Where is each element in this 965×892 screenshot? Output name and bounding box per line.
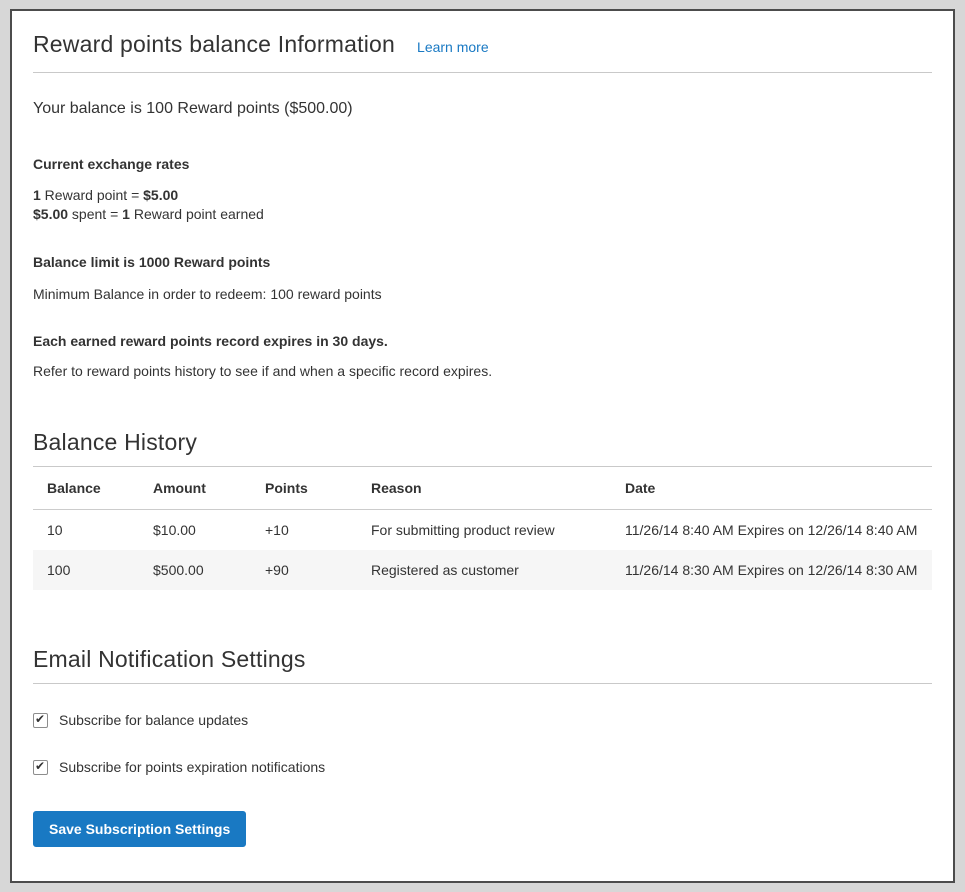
subscribe-expiration-notifications-checkbox[interactable]: [33, 760, 48, 775]
balance-history-heading: Balance History: [33, 429, 932, 467]
table-header-row: Balance Amount Points Reason Date: [33, 467, 932, 510]
subscribe-expiration-notifications-row[interactable]: Subscribe for points expiration notifica…: [33, 759, 325, 775]
balance-history-section: Balance History Balance Amount Points Re…: [33, 429, 932, 590]
column-header-balance: Balance: [33, 467, 139, 510]
cell-date: 11/26/14 8:30 AM Expires on 12/26/14 8:3…: [611, 550, 932, 590]
cell-amount: $500.00: [139, 550, 251, 590]
page-header: Reward points balance Information Learn …: [33, 31, 932, 73]
rate1-points: 1: [33, 187, 41, 203]
learn-more-link[interactable]: Learn more: [417, 39, 489, 55]
email-settings-heading: Email Notification Settings: [33, 646, 932, 684]
exchange-rate-line-2: $5.00 spent = 1 Reward point earned: [33, 205, 932, 224]
subscribe-balance-updates-row[interactable]: Subscribe for balance updates: [33, 712, 248, 728]
column-header-date: Date: [611, 467, 932, 510]
rate1-text: Reward point =: [41, 187, 143, 203]
cell-reason: For submitting product review: [357, 510, 611, 551]
table-body: 10 $10.00 +10 For submitting product rev…: [33, 510, 932, 591]
rate2-suffix: Reward point earned: [130, 206, 264, 222]
save-subscription-settings-button[interactable]: Save Subscription Settings: [33, 811, 246, 847]
column-header-reason: Reason: [357, 467, 611, 510]
balance-limit-notice: Balance limit is 1000 Reward points: [33, 254, 932, 270]
subscribe-balance-updates-label: Subscribe for balance updates: [59, 712, 248, 728]
expiration-notice: Each earned reward points record expires…: [33, 333, 932, 349]
table-row: 10 $10.00 +10 For submitting product rev…: [33, 510, 932, 551]
column-header-amount: Amount: [139, 467, 251, 510]
page-title: Reward points balance Information: [33, 31, 395, 58]
cell-date: 11/26/14 8:40 AM Expires on 12/26/14 8:4…: [611, 510, 932, 551]
balance-summary: Your balance is 100 Reward points ($500.…: [33, 100, 932, 118]
rate1-value: $5.00: [143, 187, 178, 203]
table-row: 100 $500.00 +90 Registered as customer 1…: [33, 550, 932, 590]
exchange-rates-heading: Current exchange rates: [33, 156, 932, 172]
cell-amount: $10.00: [139, 510, 251, 551]
email-notification-section: Email Notification Settings Subscribe fo…: [33, 646, 932, 847]
rate2-text: spent =: [68, 206, 122, 222]
table-header: Balance Amount Points Reason Date: [33, 467, 932, 510]
cell-balance: 10: [33, 510, 139, 551]
exchange-rate-lines: 1 Reward point = $5.00 $5.00 spent = 1 R…: [33, 186, 932, 224]
balance-history-table: Balance Amount Points Reason Date 10 $10…: [33, 467, 932, 590]
cell-points: +10: [251, 510, 357, 551]
cell-reason: Registered as customer: [357, 550, 611, 590]
minimum-balance-notice: Minimum Balance in order to redeem: 100 …: [33, 286, 932, 302]
rate2-value: $5.00: [33, 206, 68, 222]
subscribe-expiration-notifications-label: Subscribe for points expiration notifica…: [59, 759, 325, 775]
reward-points-panel: Reward points balance Information Learn …: [10, 9, 955, 883]
cell-balance: 100: [33, 550, 139, 590]
expiration-hint: Refer to reward points history to see if…: [33, 363, 932, 379]
exchange-rate-line-1: 1 Reward point = $5.00: [33, 186, 932, 205]
rate2-points: 1: [122, 206, 130, 222]
column-header-points: Points: [251, 467, 357, 510]
subscribe-balance-updates-checkbox[interactable]: [33, 713, 48, 728]
cell-points: +90: [251, 550, 357, 590]
